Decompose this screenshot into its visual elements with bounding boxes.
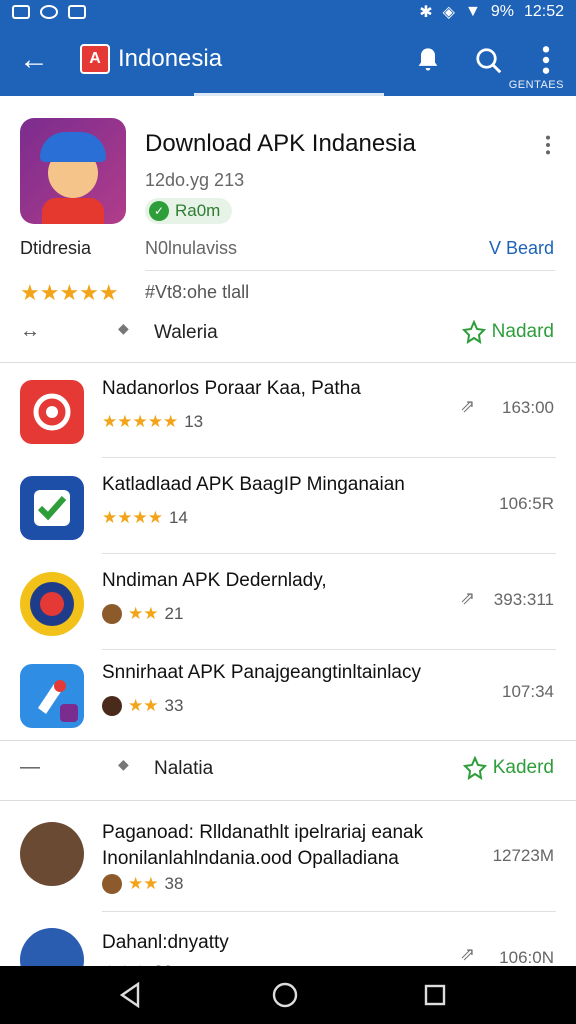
- app-title: Download APK Indanesia: [145, 130, 416, 157]
- system-nav-bar: [0, 966, 576, 1024]
- page-title: Indonesia: [118, 45, 223, 72]
- section-action-label: Kaderd: [492, 757, 554, 778]
- list-item-rating: ★★ 33: [102, 696, 183, 716]
- list-item-size: 163:00: [502, 398, 554, 417]
- divider: [0, 800, 576, 801]
- section-action-button[interactable]: Nadard: [461, 320, 554, 344]
- list-item-title: Paganoad: Rlldanathlt ipelrariaj eanak: [102, 822, 424, 843]
- list-item[interactable]: Nadanorlos Poraar Kaa, Patha ★★★★★ 13 ⇗ 1…: [0, 366, 576, 458]
- section-label: Nalatia: [154, 758, 214, 779]
- pin-icon[interactable]: ⇗: [460, 396, 475, 417]
- star-outline-icon: [462, 756, 487, 780]
- divider: [0, 740, 576, 741]
- list-item[interactable]: Paganoad: Rlldanathlt ipelrariaj eanak I…: [0, 812, 576, 912]
- avatar: [102, 604, 122, 624]
- more-vert-icon[interactable]: [540, 134, 556, 156]
- developer-name[interactable]: Dtidresia: [20, 238, 91, 259]
- status-bar: ✱ ◈ ▼ 9% 12:52: [0, 0, 576, 24]
- pin-icon[interactable]: ⇗: [460, 588, 475, 609]
- list-item-rating: ★★★★★ 13: [102, 412, 204, 431]
- check-icon: ✓: [149, 201, 169, 221]
- list-item[interactable]: Dahanl:dnyatty ★★★30 ⇗ 106:0N: [0, 918, 576, 966]
- list-item-title: Snnirhaat APK Panajgeangtinltainlacy: [102, 662, 422, 683]
- app-bar: ← A Indonesia GENTAES: [0, 24, 576, 96]
- list-item[interactable]: Katladlaad APK BaagIP Minganaian ★★★★ 14 …: [0, 462, 576, 554]
- app-icon: [20, 664, 84, 728]
- app-icon: [20, 380, 84, 444]
- battery-text: 9%: [490, 3, 514, 20]
- list-item-rating: ★★★★ 14: [102, 508, 188, 527]
- home-icon[interactable]: [270, 980, 300, 1010]
- back-arrow-icon[interactable]: ←: [14, 42, 54, 78]
- chat-notification-icon: [68, 5, 86, 19]
- chevron-right-icon: ◆: [118, 320, 129, 336]
- bell-icon[interactable]: [414, 46, 442, 74]
- tab-label[interactable]: GENTAES: [509, 79, 564, 91]
- category-label: N0lnulaviss: [145, 238, 238, 258]
- chevron-right-icon: ◆: [118, 756, 129, 772]
- section-action-label: Nadard: [491, 321, 554, 342]
- list-item-subtitle: Inonilanlahlndania.ood Opalladiana: [102, 848, 399, 869]
- app-icon: [20, 572, 84, 636]
- list-item-rating: ★★ 21: [102, 604, 183, 624]
- status-badge[interactable]: ✓ Ra0m: [145, 198, 233, 224]
- avatar: [102, 874, 122, 894]
- list-item-title: Nadanorlos Poraar Kaa, Patha: [102, 378, 361, 399]
- details-link[interactable]: V Beard: [489, 238, 554, 259]
- avatar: [20, 928, 84, 966]
- section-header: — ◆ Nalatia Kaderd: [0, 744, 576, 798]
- list-item-rating: ★★ 38: [102, 874, 183, 894]
- app-icon[interactable]: [20, 118, 126, 224]
- status-badge-label: Ra0m: [175, 201, 221, 220]
- divider: [0, 362, 576, 363]
- section-action-button[interactable]: Kaderd: [462, 756, 554, 780]
- rating-stars: ★★★★★: [20, 280, 119, 305]
- collapse-icon[interactable]: ↔: [20, 320, 46, 343]
- bluetooth-icon: ✱: [419, 4, 433, 21]
- wifi-icon: ▼: [464, 3, 481, 20]
- app-icon: [20, 476, 84, 540]
- vibrate-icon: ◈: [442, 4, 455, 21]
- list-item-title: Dahanl:dnyatty: [102, 932, 229, 953]
- list-item-size: 106:0N: [499, 948, 554, 966]
- app-logo: A: [80, 44, 110, 74]
- list-item-size: 106:5R: [499, 494, 554, 513]
- image-notification-icon: [12, 5, 30, 19]
- avatar: [102, 696, 122, 716]
- pin-icon[interactable]: ⇗: [460, 944, 475, 965]
- list-item-size: 12723M: [492, 846, 554, 865]
- list-item-title: Nndiman APK Dedernlady,: [102, 570, 327, 591]
- app-version: 12do.yg 213: [145, 170, 245, 190]
- messenger-notification-icon: [40, 5, 58, 19]
- list-item[interactable]: Snnirhaat APK Panajgeangtinltainlacy ★★ 3…: [0, 650, 576, 742]
- section-label: Waleria: [154, 322, 218, 343]
- rating-text: #Vt8:ohe tlall: [145, 282, 250, 302]
- more-vert-icon[interactable]: [534, 44, 558, 76]
- section-header: ↔ ◆ Waleria Nadard: [0, 308, 576, 362]
- clock: 12:52: [523, 3, 564, 20]
- avatar: [20, 822, 84, 886]
- star-outline-icon: [461, 320, 486, 344]
- list-item-size: 393:311: [493, 590, 554, 609]
- divider: [145, 270, 555, 271]
- back-icon[interactable]: [116, 980, 146, 1010]
- search-icon[interactable]: [474, 46, 504, 76]
- list-item[interactable]: Nndiman APK Dedernlady, ★★ 21 ⇗ 393:311: [0, 558, 576, 650]
- list-item-size: 107:34: [502, 682, 554, 701]
- recents-icon[interactable]: [420, 980, 450, 1010]
- content-area: Download APK Indanesia 12do.yg 213 ✓ Ra0…: [0, 96, 576, 966]
- collapse-icon[interactable]: —: [20, 756, 46, 779]
- list-item-title: Katladlaad APK BaagIP Minganaian: [102, 474, 405, 495]
